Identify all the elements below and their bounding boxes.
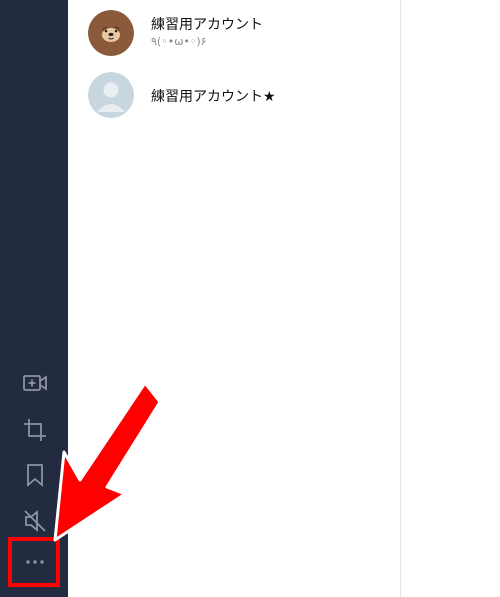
friend-name: 練習用アカウント★ [151, 89, 276, 105]
friend-list: 練習用アカウント ٩(◦•ω•◦)۶ 練習用アカウント★ [68, 0, 401, 597]
mute-icon[interactable] [21, 507, 49, 535]
default-avatar [88, 72, 134, 118]
crop-icon[interactable] [21, 416, 49, 444]
list-item[interactable]: 練習用アカウント★ [88, 72, 388, 122]
video-add-icon[interactable] [21, 369, 49, 397]
list-item[interactable]: 練習用アカウント ٩(◦•ω•◦)۶ [88, 10, 388, 60]
friend-name: 練習用アカウント [151, 17, 263, 33]
highlight-box [8, 537, 60, 587]
sidebar [0, 0, 68, 597]
bear-avatar [88, 10, 134, 56]
chat-pane [401, 0, 500, 597]
friend-status: ٩(◦•ω•◦)۶ [151, 35, 207, 48]
bookmark-icon[interactable] [21, 461, 49, 489]
